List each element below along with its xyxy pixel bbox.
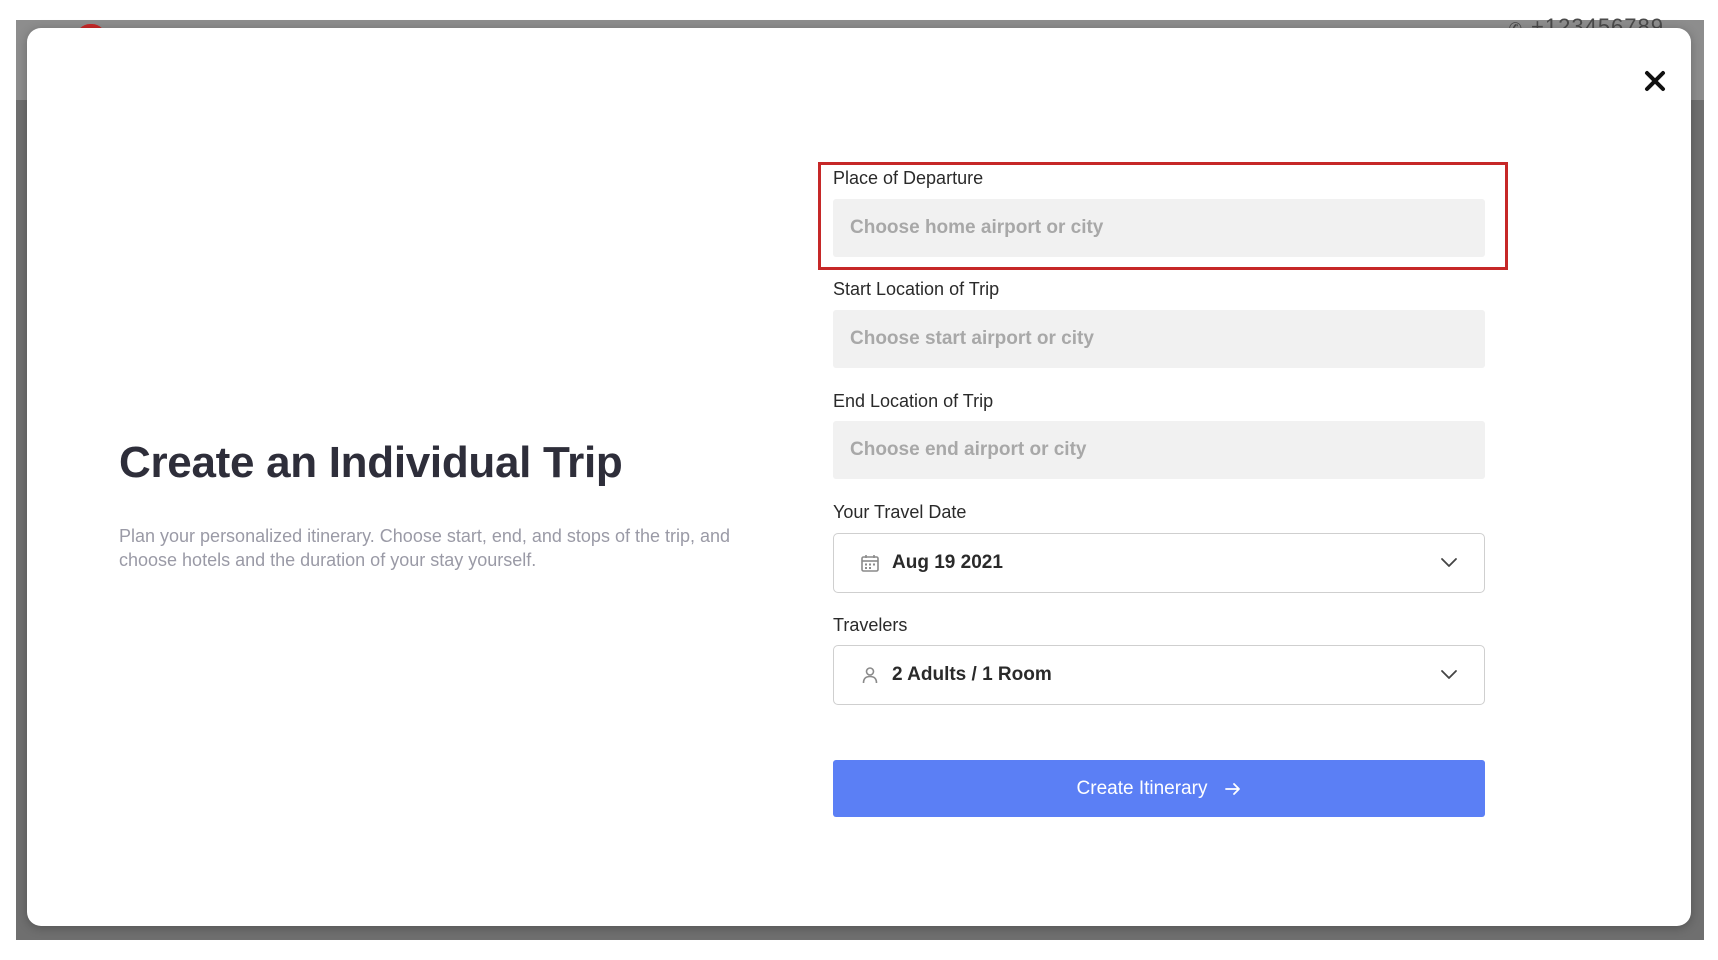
arrow-right-icon (1225, 782, 1241, 795)
end-location-label: End Location of Trip (833, 391, 994, 411)
travel-date-label: Your Travel Date (833, 502, 967, 522)
chevron-down-icon (1441, 670, 1457, 679)
travelers-select[interactable]: 2 Adults / 1 Room (833, 645, 1485, 705)
travelers-label: Travelers (833, 615, 908, 635)
start-location-label: Start Location of Trip (833, 279, 1000, 299)
person-icon (860, 665, 880, 685)
travel-date-select[interactable]: Aug 19 2021 (833, 533, 1485, 593)
start-location-input[interactable] (833, 310, 1485, 368)
chevron-down-icon (1441, 558, 1457, 567)
intro-section: Create an Individual Trip Plan your pers… (119, 438, 759, 572)
page-title: Create an Individual Trip (119, 438, 623, 487)
close-icon (1645, 71, 1665, 91)
page-subtitle: Plan your personalized itinerary. Choose… (119, 526, 731, 570)
travel-date-value: Aug 19 2021 (892, 552, 1003, 573)
calendar-icon (860, 553, 880, 573)
departure-label: Place of Departure (833, 168, 984, 188)
end-location-input[interactable] (833, 421, 1485, 479)
travelers-value: 2 Adults / 1 Room (892, 664, 1052, 685)
create-itinerary-button[interactable]: Create Itinerary (833, 760, 1485, 817)
close-button[interactable] (1636, 62, 1674, 100)
create-trip-modal: Create an Individual Trip Plan your pers… (27, 28, 1691, 926)
create-itinerary-label: Create Itinerary (1076, 777, 1208, 799)
departure-input[interactable] (833, 199, 1485, 257)
